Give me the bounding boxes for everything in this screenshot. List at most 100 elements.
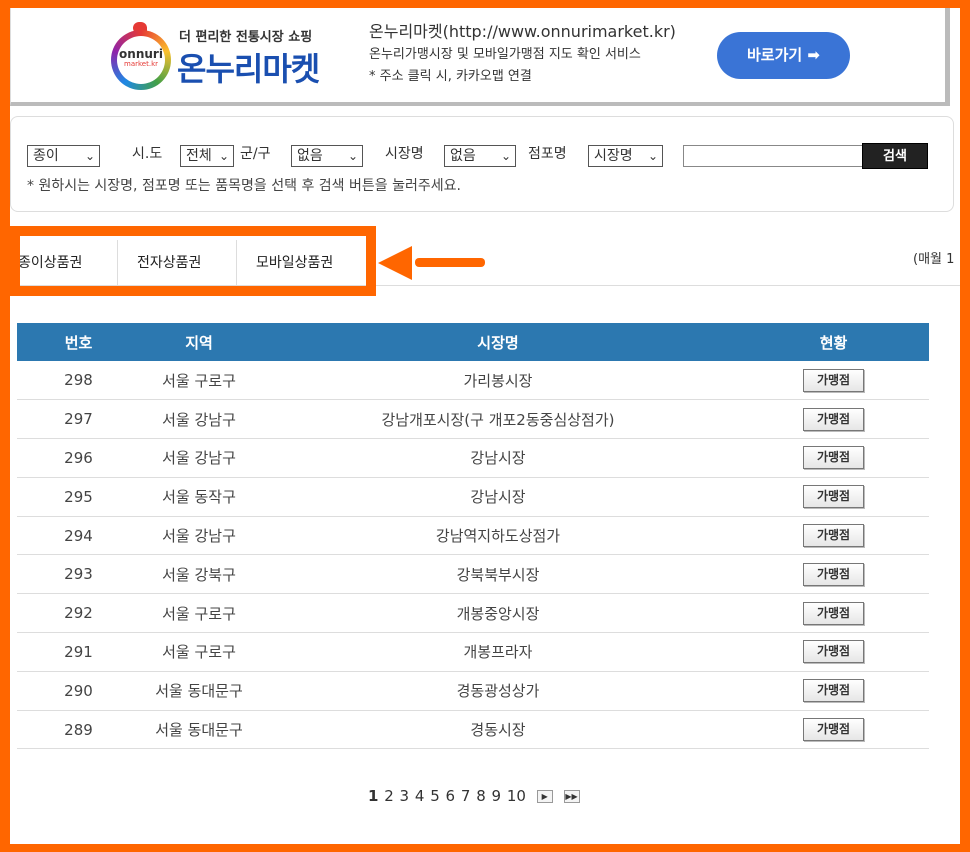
- row-region: 서울 구로구: [140, 632, 258, 672]
- row-number: 296: [17, 438, 140, 478]
- arrow-left-icon: [378, 246, 412, 280]
- pagination: 1 2 3 4 5 6 7 8 9 10 ▶ ▶▶: [368, 787, 581, 805]
- row-region: 서울 동작구: [140, 477, 258, 517]
- row-market: 강남개포시장(구 개포2동중심상점가): [258, 399, 738, 440]
- search-button[interactable]: 검색: [862, 143, 928, 169]
- row-region: 서울 강남구: [140, 438, 258, 478]
- row-market: 개봉프라자: [258, 632, 738, 672]
- store-list-button[interactable]: 가맹점: [803, 368, 864, 392]
- row-region: 서울 구로구: [140, 361, 258, 401]
- table-row: 297 서울 강남구 강남개포시장(구 개포2동중심상점가) 가맹점: [17, 399, 929, 440]
- page-link-2[interactable]: 2: [384, 787, 394, 805]
- page-link-9[interactable]: 9: [492, 787, 502, 805]
- store-list-button[interactable]: 가맹점: [803, 524, 864, 548]
- page-link-8[interactable]: 8: [476, 787, 486, 805]
- next-page-icon[interactable]: ▶: [536, 790, 553, 803]
- voucher-type-select[interactable]: 종이 ⌄: [27, 145, 100, 167]
- logo-tagline: 더 편리한 전통시장 쇼핑: [179, 30, 313, 45]
- row-market: 강북북부시장: [258, 554, 738, 595]
- monthly-note: (매월 1: [913, 252, 955, 267]
- header-market: 시장명: [258, 323, 738, 361]
- row-market: 경동광성상가: [258, 671, 738, 711]
- store-list-button[interactable]: 가맹점: [803, 446, 864, 470]
- store-list-button[interactable]: 가맹점: [803, 601, 864, 625]
- sido-select[interactable]: 전체 ⌄: [180, 145, 234, 167]
- chevron-down-icon: ⌄: [218, 149, 229, 163]
- table-row: 291 서울 구로구 개봉프라자 가맹점: [17, 632, 929, 672]
- page-link-3[interactable]: 3: [400, 787, 410, 805]
- row-region: 서울 구로구: [140, 593, 258, 634]
- row-number: 297: [17, 399, 140, 440]
- banner-note: * 주소 클릭 시, 카카오맵 연결: [369, 69, 532, 84]
- search-input[interactable]: [683, 145, 863, 167]
- store-list-button[interactable]: 가맹점: [803, 562, 864, 586]
- header-region: 지역: [140, 323, 258, 361]
- row-status: 가맹점: [738, 438, 929, 478]
- market-select[interactable]: 없음 ⌄: [444, 145, 516, 167]
- chevron-down-icon: ⌄: [500, 149, 511, 163]
- row-number: 289: [17, 710, 140, 750]
- page-link-1[interactable]: 1: [368, 787, 378, 805]
- row-market: 강남시장: [258, 477, 738, 517]
- row-status: 가맹점: [738, 671, 929, 711]
- table-header-row: 번호 지역 시장명 현황: [17, 323, 929, 361]
- table-row: 293 서울 강북구 강북북부시장 가맹점: [17, 554, 929, 595]
- banner-text: 온누리마켓(http://www.onnurimarket.kr) 온누리가맹시…: [369, 20, 676, 88]
- voucher-type-value: 종이: [33, 148, 59, 164]
- row-region: 서울 동대문구: [140, 710, 258, 750]
- row-status: 가맹점: [738, 710, 929, 750]
- row-status: 가맹점: [738, 632, 929, 672]
- row-number: 291: [17, 632, 140, 672]
- row-market: 강남역지하도상점가: [258, 516, 738, 556]
- logo-badge-subtext: market.kr: [124, 60, 158, 68]
- logo-badge: onnuri market.kr: [111, 30, 171, 90]
- onnuri-logo: onnuri market.kr 더 편리한 전통시장 쇼핑 온누리마켓: [111, 22, 351, 92]
- gungu-value: 없음: [297, 148, 323, 164]
- sido-value: 전체: [186, 148, 212, 164]
- row-number: 292: [17, 593, 140, 634]
- chevron-down-icon: ⌄: [347, 149, 358, 163]
- search-panel: 종이 ⌄ 시.도 전체 ⌄ 군/구 없음 ⌄ 시장명 없음 ⌄ 점포명 시장명 …: [10, 116, 954, 212]
- header-number: 번호: [17, 323, 140, 361]
- logo-badge-text: onnuri: [119, 47, 163, 61]
- store-list-button[interactable]: 가맹점: [803, 640, 864, 664]
- go-button[interactable]: 바로가기 ➡: [717, 32, 850, 79]
- page-frame: onnuri market.kr 더 편리한 전통시장 쇼핑 온누리마켓 온누리…: [10, 8, 960, 844]
- market-value: 없음: [450, 148, 476, 164]
- row-number: 290: [17, 671, 140, 711]
- row-status: 가맹점: [738, 399, 929, 440]
- row-region: 서울 강북구: [140, 554, 258, 595]
- chevron-down-icon: ⌄: [647, 149, 658, 163]
- row-number: 298: [17, 361, 140, 401]
- page-link-5[interactable]: 5: [430, 787, 440, 805]
- gungu-select[interactable]: 없음 ⌄: [291, 145, 363, 167]
- row-number: 294: [17, 516, 140, 556]
- onnuri-banner[interactable]: onnuri market.kr 더 편리한 전통시장 쇼핑 온누리마켓 온누리…: [10, 8, 950, 106]
- table-row: 289 서울 동대문구 경동시장 가맹점: [17, 710, 929, 750]
- store-value: 시장명: [594, 148, 633, 164]
- row-status: 가맹점: [738, 554, 929, 595]
- table-row: 295 서울 동작구 강남시장 가맹점: [17, 477, 929, 517]
- chevron-down-icon: ⌄: [84, 149, 95, 163]
- store-list-button[interactable]: 가맹점: [803, 485, 864, 509]
- page-link-10[interactable]: 10: [507, 787, 526, 805]
- table-row: 292 서울 구로구 개봉중앙시장 가맹점: [17, 593, 929, 634]
- table-row: 298 서울 구로구 가리봉시장 가맹점: [17, 361, 929, 401]
- page-link-4[interactable]: 4: [415, 787, 425, 805]
- header-status: 현황: [738, 323, 929, 361]
- store-select[interactable]: 시장명 ⌄: [588, 145, 663, 167]
- row-region: 서울 강남구: [140, 516, 258, 556]
- store-list-button[interactable]: 가맹점: [803, 718, 864, 742]
- row-market: 강남시장: [258, 438, 738, 478]
- row-status: 가맹점: [738, 477, 929, 517]
- banner-description: 온누리가맹시장 및 모바일가맹점 지도 확인 서비스: [369, 47, 641, 62]
- last-page-icon[interactable]: ▶▶: [563, 790, 580, 803]
- store-list-button[interactable]: 가맹점: [803, 407, 864, 431]
- row-market: 경동시장: [258, 710, 738, 750]
- page-link-6[interactable]: 6: [446, 787, 456, 805]
- store-list-button[interactable]: 가맹점: [803, 679, 864, 703]
- row-number: 293: [17, 554, 140, 595]
- arrow-shaft: [415, 258, 485, 267]
- page-link-7[interactable]: 7: [461, 787, 471, 805]
- store-label: 점포명: [528, 146, 567, 162]
